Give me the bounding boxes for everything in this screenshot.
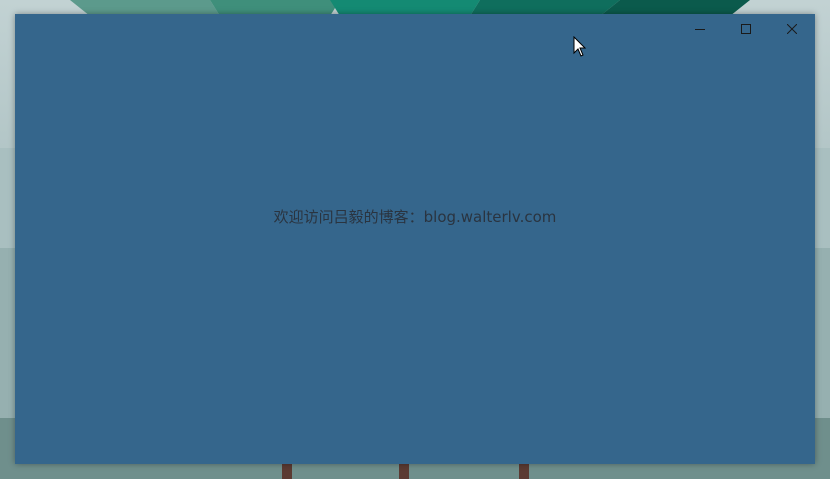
wallpaper-trunk — [282, 462, 292, 479]
welcome-text: 欢迎访问吕毅的博客：blog.walterlv.com — [273, 208, 557, 226]
desktop-background: 欢迎访问吕毅的博客：blog.walterlv.com — [0, 0, 830, 479]
close-icon — [787, 24, 797, 34]
caption-buttons — [677, 14, 815, 44]
app-window: 欢迎访问吕毅的博客：blog.walterlv.com — [15, 14, 815, 464]
wallpaper-trunk — [399, 462, 409, 479]
maximize-button[interactable] — [723, 14, 769, 44]
minimize-button[interactable] — [677, 14, 723, 44]
wallpaper-trunk — [519, 462, 529, 479]
maximize-icon — [741, 24, 751, 34]
minimize-icon — [695, 29, 705, 30]
mouse-pointer-icon — [573, 36, 587, 57]
close-button[interactable] — [769, 14, 815, 44]
